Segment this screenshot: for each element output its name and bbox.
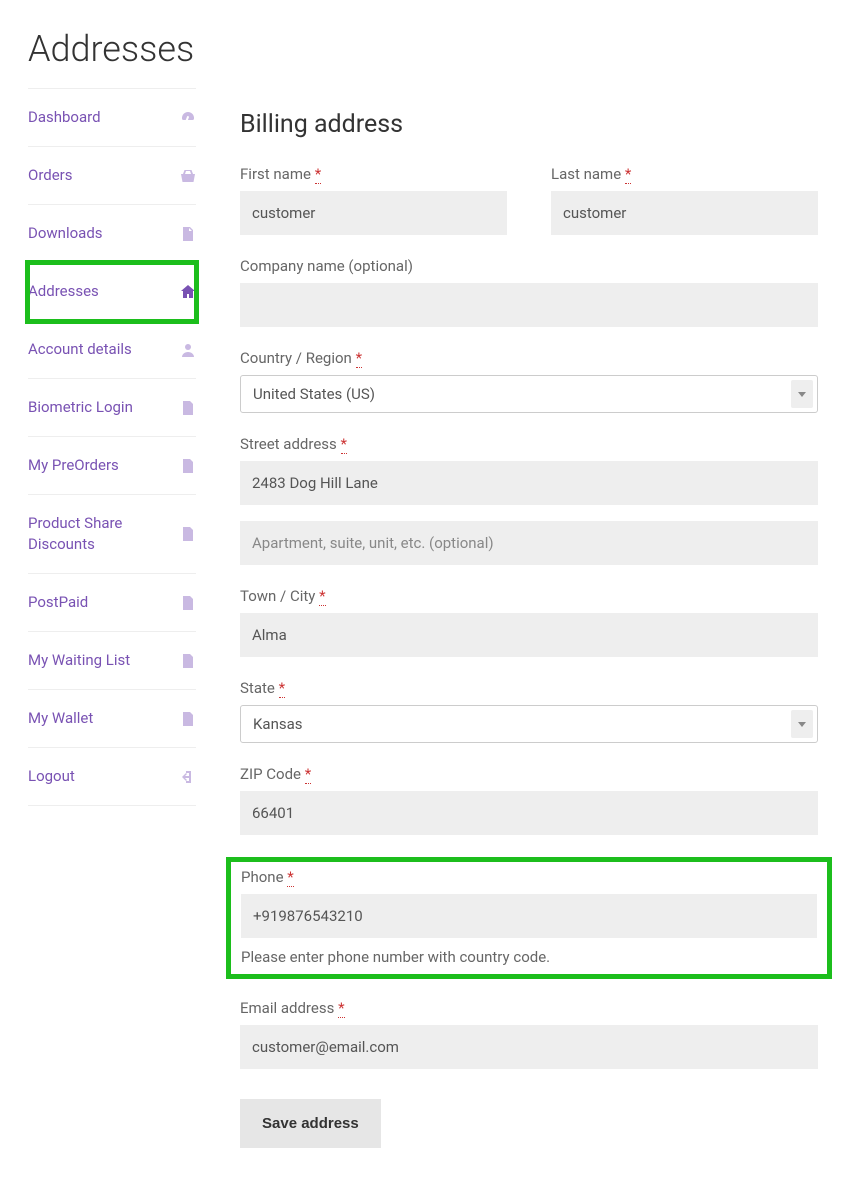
phone-field: Phone * Please enter phone number with c…	[241, 868, 817, 966]
street-address-2-field	[240, 521, 818, 565]
phone-help-text: Please enter phone number with country c…	[241, 948, 817, 966]
basket-icon	[180, 168, 196, 184]
home-icon	[180, 284, 196, 300]
sidebar-item-label: My PreOrders	[28, 455, 180, 476]
email-field: Email address *	[240, 999, 818, 1069]
state-select[interactable]: Kansas	[240, 705, 818, 743]
sidebar-item-account-details: Account details	[28, 321, 196, 379]
sidebar-item-product-share-discounts: Product Share Discounts	[28, 495, 196, 574]
sidebar-link-biometric-login[interactable]: Biometric Login	[28, 379, 196, 436]
page-title: Addresses	[0, 0, 848, 88]
zip-field: ZIP Code *	[240, 765, 818, 835]
country-field: Country / Region * United States (US)	[240, 349, 818, 413]
file-icon	[180, 595, 196, 611]
sidebar-item-label: Addresses	[28, 281, 180, 302]
account-sidebar: Dashboard Orders Downloads Addresses	[28, 88, 196, 1178]
file-icon	[180, 226, 196, 242]
sidebar-link-logout[interactable]: Logout	[28, 748, 196, 805]
email-label: Email address *	[240, 999, 818, 1017]
sidebar-link-downloads[interactable]: Downloads	[28, 205, 196, 262]
sidebar-item-downloads: Downloads	[28, 205, 196, 263]
sidebar-item-wallet: My Wallet	[28, 690, 196, 748]
street-address-label: Street address *	[240, 435, 818, 453]
sidebar-item-label: Logout	[28, 766, 180, 787]
sidebar-link-account-details[interactable]: Account details	[28, 321, 196, 378]
sidebar-item-label: Product Share Discounts	[28, 513, 180, 555]
sidebar-item-label: My Waiting List	[28, 650, 180, 671]
first-name-field: First name *	[240, 165, 507, 235]
phone-input[interactable]	[241, 894, 817, 938]
sidebar-item-label: Dashboard	[28, 107, 180, 128]
company-input[interactable]	[240, 283, 818, 327]
sidebar-item-postpaid: PostPaid	[28, 574, 196, 632]
state-value: Kansas	[241, 706, 817, 742]
sidebar-item-addresses: Addresses	[28, 263, 196, 321]
first-name-input[interactable]	[240, 191, 507, 235]
country-select[interactable]: United States (US)	[240, 375, 818, 413]
company-label: Company name (optional)	[240, 257, 818, 275]
sidebar-item-label: My Wallet	[28, 708, 180, 729]
sidebar-item-label: Biometric Login	[28, 397, 180, 418]
sidebar-link-postpaid[interactable]: PostPaid	[28, 574, 196, 631]
file-icon	[180, 526, 196, 542]
zip-input[interactable]	[240, 791, 818, 835]
company-field: Company name (optional)	[240, 257, 818, 327]
sidebar-link-addresses[interactable]: Addresses	[28, 263, 196, 320]
file-icon	[180, 653, 196, 669]
sidebar-item-biometric-login: Biometric Login	[28, 379, 196, 437]
city-field: Town / City *	[240, 587, 818, 657]
state-label: State *	[240, 679, 818, 697]
zip-label: ZIP Code *	[240, 765, 818, 783]
sidebar-link-waiting-list[interactable]: My Waiting List	[28, 632, 196, 689]
city-input[interactable]	[240, 613, 818, 657]
last-name-field: Last name *	[551, 165, 818, 235]
sidebar-link-wallet[interactable]: My Wallet	[28, 690, 196, 747]
city-label: Town / City *	[240, 587, 818, 605]
file-icon	[180, 400, 196, 416]
dashboard-icon	[180, 110, 196, 126]
sidebar-link-dashboard[interactable]: Dashboard	[28, 89, 196, 146]
sidebar-item-orders: Orders	[28, 147, 196, 205]
phone-highlight: Phone * Please enter phone number with c…	[226, 857, 832, 979]
country-label: Country / Region *	[240, 349, 818, 367]
street-address-input[interactable]	[240, 461, 818, 505]
street-address-field: Street address *	[240, 435, 818, 505]
file-icon	[180, 458, 196, 474]
sidebar-item-preorders: My PreOrders	[28, 437, 196, 495]
sidebar-item-waiting-list: My Waiting List	[28, 632, 196, 690]
logout-icon	[180, 769, 196, 785]
phone-label: Phone *	[241, 868, 817, 886]
chevron-down-icon	[791, 380, 813, 408]
first-name-label: First name *	[240, 165, 507, 183]
sidebar-link-preorders[interactable]: My PreOrders	[28, 437, 196, 494]
billing-form: Billing address First name * Last name *…	[196, 88, 848, 1178]
sidebar-item-label: Account details	[28, 339, 180, 360]
country-value: United States (US)	[241, 376, 817, 412]
sidebar-item-dashboard: Dashboard	[28, 89, 196, 147]
email-input[interactable]	[240, 1025, 818, 1069]
section-title: Billing address	[240, 110, 818, 139]
user-icon	[180, 342, 196, 358]
sidebar-item-label: Downloads	[28, 223, 180, 244]
last-name-input[interactable]	[551, 191, 818, 235]
sidebar-item-logout: Logout	[28, 748, 196, 806]
sidebar-item-label: PostPaid	[28, 592, 180, 613]
street-address-2-input[interactable]	[240, 521, 818, 565]
last-name-label: Last name *	[551, 165, 818, 183]
chevron-down-icon	[791, 710, 813, 738]
save-address-button[interactable]: Save address	[240, 1099, 381, 1148]
sidebar-link-orders[interactable]: Orders	[28, 147, 196, 204]
sidebar-link-product-share-discounts[interactable]: Product Share Discounts	[28, 495, 196, 573]
sidebar-item-label: Orders	[28, 165, 180, 186]
file-icon	[180, 711, 196, 727]
state-field: State * Kansas	[240, 679, 818, 743]
